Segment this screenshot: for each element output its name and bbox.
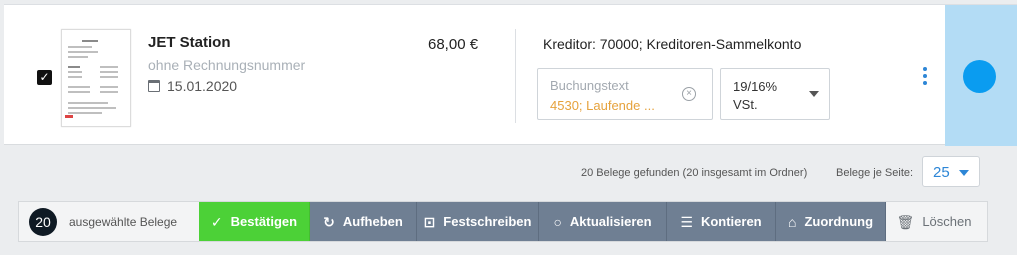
results-count: 20 Belege gefunden (20 insgesamt im Ordn… xyxy=(581,167,808,179)
status-panel xyxy=(945,5,1017,146)
undo-icon: ↻ xyxy=(323,213,335,230)
buchungstext-placeholder: Buchungstext xyxy=(550,78,629,93)
date-text: 15.01.2020 xyxy=(167,78,238,94)
per-page-select[interactable]: 25 xyxy=(922,156,980,187)
vendor-name: JET Station xyxy=(148,34,231,51)
undo-button[interactable]: ↻ Aufheben xyxy=(310,202,417,241)
lock-button[interactable]: ⊡ Festschreiben xyxy=(417,202,539,241)
selected-label: ausgewählte Belege xyxy=(69,214,178,229)
receipt-date: 15.01.2020 xyxy=(148,78,237,94)
account-value: 4530; Laufende ... xyxy=(550,98,655,113)
row-checkbox[interactable]: ✓ xyxy=(37,70,52,85)
per-page-label: Belege je Seite: xyxy=(836,167,914,179)
per-page-value: 25 xyxy=(933,164,950,181)
chevron-down-icon xyxy=(959,170,969,176)
receipt-row[interactable]: ✓ JET Station ohne Rechnungsnummer 15.01… xyxy=(4,4,1017,146)
confirm-button[interactable]: ✓ Bestätigen xyxy=(199,202,310,241)
divider xyxy=(515,29,516,123)
kreditor-account: Kreditor: 70000; Kreditoren-Sammelkonto xyxy=(543,36,802,52)
assign-accounts-button[interactable]: ☰ Kontieren xyxy=(667,202,776,241)
selection-count: 20 ausgewählte Belege xyxy=(19,202,199,241)
tax-rate-value: 19/16% VSt. xyxy=(733,79,778,112)
chevron-down-icon xyxy=(809,91,819,97)
buchungstext-field[interactable]: Buchungstext 4530; Laufende ... × xyxy=(537,68,713,120)
refresh-button[interactable]: ○ Aktualisieren xyxy=(539,202,667,241)
bulb-icon: ○ xyxy=(553,213,562,230)
invoice-number: ohne Rechnungsnummer xyxy=(148,57,306,73)
more-options-icon[interactable] xyxy=(922,67,928,87)
delete-button[interactable]: 🗑 Löschen xyxy=(886,202,982,241)
clear-icon[interactable]: × xyxy=(682,87,696,101)
status-dot[interactable] xyxy=(963,60,996,93)
tax-rate-select[interactable]: 19/16% VSt. xyxy=(720,68,830,120)
check-icon: ✓ xyxy=(210,213,223,230)
bank-icon: ⌂ xyxy=(787,213,797,230)
bulk-action-bar: 20 ausgewählte Belege ✓ Bestätigen ↻ Auf… xyxy=(18,201,988,242)
mapping-button[interactable]: ⌂ Zuordnung xyxy=(776,202,886,241)
list-icon: ☰ xyxy=(680,213,693,230)
amount: 68,00 € xyxy=(428,36,479,53)
trash-icon: 🗑 xyxy=(896,213,915,230)
lock-icon: ⊡ xyxy=(423,213,436,230)
calendar-icon xyxy=(148,80,160,92)
receipt-thumbnail[interactable] xyxy=(61,29,131,127)
selected-count-badge: 20 xyxy=(29,207,57,236)
